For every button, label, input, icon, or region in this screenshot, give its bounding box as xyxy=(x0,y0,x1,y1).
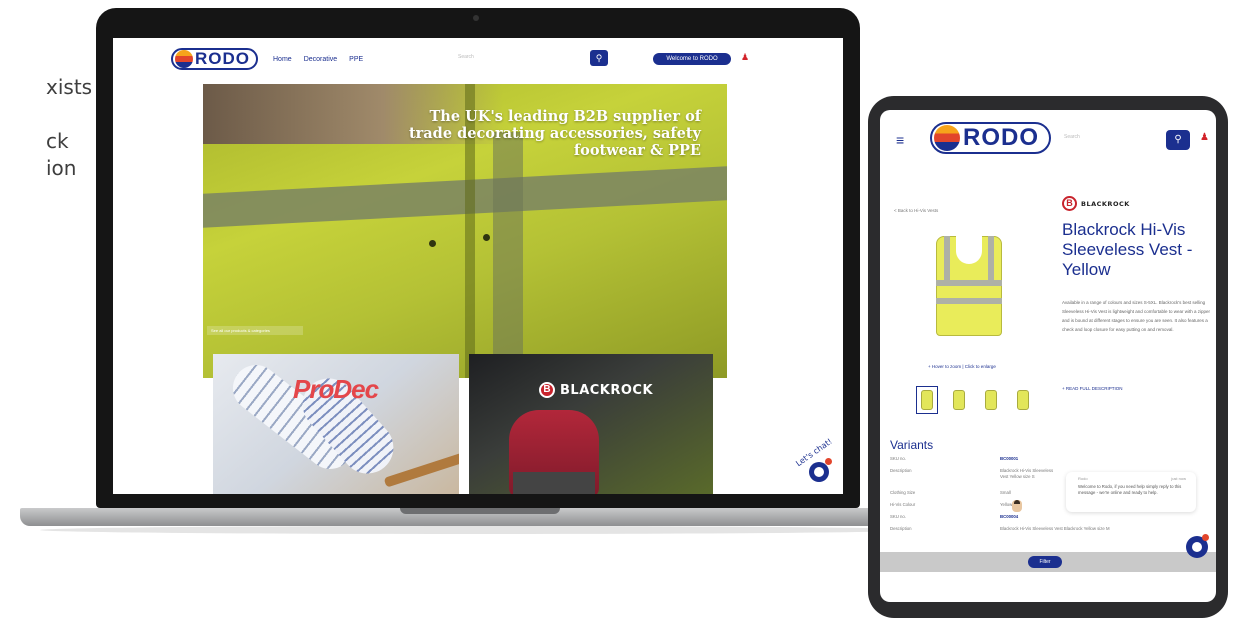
notification-dot xyxy=(1202,534,1209,541)
hero-banner: The UK's leading B2B supplier of trade d… xyxy=(203,84,727,378)
main-nav: Home Decorative PPE xyxy=(273,56,363,63)
filter-button[interactable]: Filter xyxy=(1028,556,1062,568)
glove-cuff xyxy=(513,472,595,494)
variant-value: Blackrock Hi-Vis Sleeveless Vest Yellow … xyxy=(1000,468,1054,479)
thumbnail[interactable] xyxy=(1012,386,1034,414)
tablet-screen: ≡ RODO Search ⚲ ♟ < Back to Hi-Vis Vests… xyxy=(880,110,1216,602)
thumbnail[interactable] xyxy=(916,386,938,414)
variant-sku[interactable]: BC00001 xyxy=(1000,456,1018,461)
welcome-button[interactable]: Welcome to RODO xyxy=(653,53,731,65)
logo-wordmark: RODO xyxy=(195,49,250,68)
zoom-hint: + Hover to zoom | Click to enlarge xyxy=(928,364,996,369)
promo-card-blackrock[interactable]: B BLACKROCK xyxy=(469,354,713,494)
vest-neck xyxy=(956,224,982,264)
laptop-screen: RODO Home Decorative PPE Search ⚲ Welcom… xyxy=(113,38,843,494)
thumbnail[interactable] xyxy=(980,386,1002,414)
search-input[interactable]: Search xyxy=(1064,134,1080,140)
read-more-link[interactable]: + READ FULL DESCRIPTION xyxy=(1062,386,1122,391)
intro-line-1: xists xyxy=(46,75,93,99)
variant-label: SKU no. xyxy=(890,456,907,461)
search-icon: ⚲ xyxy=(1174,134,1182,145)
product-title: Blackrock Hi-Vis Sleeveless Vest - Yello… xyxy=(1062,220,1193,279)
chat-icon[interactable] xyxy=(809,462,829,482)
chat-text: Welcome to Rodo, if you need help simply… xyxy=(1078,484,1182,495)
agent-avatar xyxy=(1012,500,1022,512)
chat-agent-name: Rodo xyxy=(1078,476,1088,481)
blackrock-logo: B BLACKROCK xyxy=(539,382,653,398)
jacket-button xyxy=(429,240,436,247)
product-brand: B BLACKROCK xyxy=(1062,196,1130,211)
logo-wordmark: RODO xyxy=(963,124,1039,151)
variant-value: Blackrock Hi-Vis Sleeveless Vest Blackro… xyxy=(1000,526,1110,531)
blackrock-badge-icon: B xyxy=(539,382,555,398)
search-button[interactable]: ⚲ xyxy=(590,50,608,66)
variant-label: Clothing Size xyxy=(890,490,916,495)
intro-line-3: ion xyxy=(46,156,77,180)
intro-text: xists ck ion xyxy=(46,74,92,182)
reflective-band xyxy=(936,298,1002,304)
rodo-logo[interactable]: RODO xyxy=(930,122,1051,154)
roller-handle xyxy=(383,450,459,488)
chat-time: just now xyxy=(1171,476,1186,481)
promo-card-prodec[interactable]: ProDec xyxy=(213,354,459,494)
reflective-stripe xyxy=(493,132,523,378)
nav-link-decorative[interactable]: Decorative xyxy=(304,56,337,63)
laptop-frame: RODO Home Decorative PPE Search ⚲ Welcom… xyxy=(96,8,860,508)
chat-message[interactable]: Rodo just now Welcome to Rodo, if you ne… xyxy=(1066,472,1196,512)
variant-sku[interactable]: BC00004 xyxy=(1000,514,1018,519)
laptop-base xyxy=(20,508,940,526)
prodec-logo: ProDec xyxy=(293,374,379,404)
search-button[interactable]: ⚲ xyxy=(1166,130,1190,150)
laptop-notch xyxy=(400,508,560,514)
reflective-strap xyxy=(944,236,950,280)
intro-line-2: ck xyxy=(46,129,69,153)
variant-label: Description xyxy=(890,526,912,531)
blackrock-badge-icon: B xyxy=(1062,196,1077,211)
reflective-band xyxy=(936,280,1002,286)
laptop-shadow xyxy=(40,526,920,534)
variant-label: Hi-Vis Colour xyxy=(890,502,916,507)
site-header: RODO Home Decorative PPE Search ⚲ Welcom… xyxy=(113,38,843,84)
rodo-logo-icon xyxy=(934,125,960,151)
back-link[interactable]: < Back to Hi-Vis Vests xyxy=(894,208,938,213)
reflective-strap xyxy=(988,236,994,280)
brand-name: BLACKROCK xyxy=(1081,199,1130,208)
hero-title: The UK's leading B2B supplier of trade d… xyxy=(408,108,701,159)
user-icon[interactable]: ♟ xyxy=(1200,132,1209,143)
search-input[interactable]: Search xyxy=(458,54,588,64)
notification-dot xyxy=(825,458,832,465)
user-icon[interactable]: ♟ xyxy=(741,52,749,63)
thumbnail[interactable] xyxy=(948,386,970,414)
variant-label: SKU no. xyxy=(890,514,907,519)
hamburger-menu-icon[interactable]: ≡ xyxy=(896,132,904,148)
product-description: Available in a range of colours and size… xyxy=(1062,300,1210,332)
tablet-frame: ≡ RODO Search ⚲ ♟ < Back to Hi-Vis Vests… xyxy=(868,96,1228,618)
product-image[interactable] xyxy=(936,224,1002,336)
rodo-logo-icon xyxy=(175,50,193,68)
nav-link-home[interactable]: Home xyxy=(273,56,292,63)
thumbnail-strip xyxy=(916,386,1034,414)
variant-value: Yellow xyxy=(1000,502,1013,507)
variants-heading: Variants xyxy=(890,438,934,452)
search-icon: ⚲ xyxy=(595,53,603,63)
variant-label: Description xyxy=(890,468,912,473)
jacket-button xyxy=(483,234,490,241)
rodo-logo[interactable]: RODO xyxy=(171,48,258,70)
variant-value: Small xyxy=(1000,490,1011,495)
blackrock-wordmark: BLACKROCK xyxy=(560,382,654,398)
hero-cta-link[interactable]: See all our products & categories xyxy=(207,326,303,335)
nav-link-ppe[interactable]: PPE xyxy=(349,56,363,63)
camera-dot xyxy=(473,15,479,21)
